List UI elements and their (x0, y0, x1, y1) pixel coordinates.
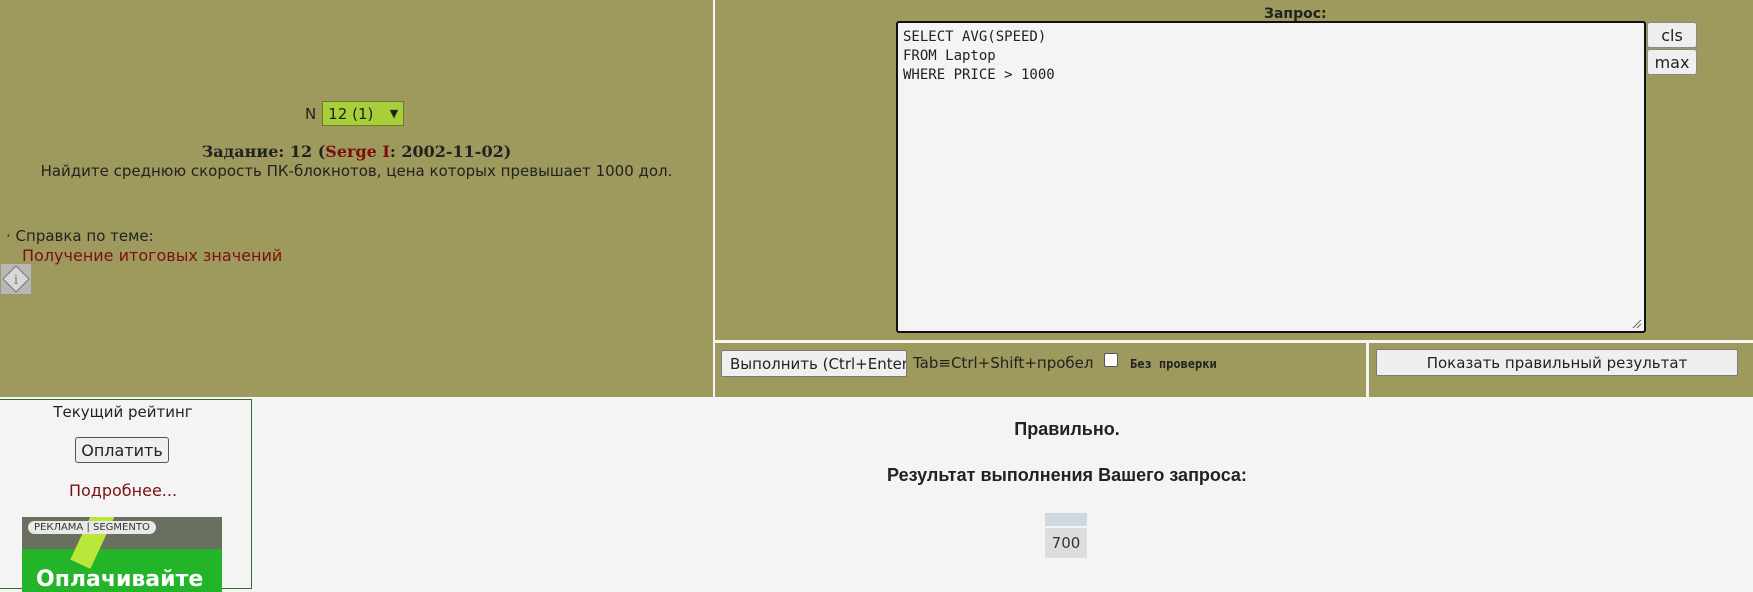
task-number-select[interactable]: 12 (1) ▼ (322, 101, 405, 126)
ad-badge: РЕКЛАМА | SEGMENTO (28, 521, 156, 534)
help-topic-link[interactable]: Получение итоговых значений (22, 246, 282, 265)
result-status: Правильно. (1014, 419, 1120, 439)
query-editor[interactable]: SELECT AVG(SPEED) FROM Laptop WHERE PRIC… (896, 21, 1646, 333)
result-cell: 700 (1045, 528, 1087, 558)
query-text: SELECT AVG(SPEED) FROM Laptop WHERE PRIC… (903, 29, 1055, 83)
task-panel: N 12 (1) ▼ Задание: 12 (Serge I: 2002-11… (0, 0, 713, 397)
no-check-checkbox[interactable] (1104, 353, 1118, 367)
result-table: 700 (1045, 513, 1087, 558)
task-author-link[interactable]: Serge I (325, 142, 390, 161)
task-number-value: 12 (1) (328, 104, 374, 123)
task-title-prefix: Задание: 12 ( (201, 142, 326, 161)
chevron-down-icon: ▼ (389, 107, 399, 120)
query-label: Запрос: (1264, 6, 1327, 22)
clear-button[interactable]: cls (1647, 22, 1697, 48)
task-description: Найдите среднюю скорость ПК-блокнотов, ц… (40, 162, 673, 180)
task-title: Задание: 12 (Serge I: 2002-11-02) (0, 142, 713, 161)
no-check-label: Без проверки (1130, 357, 1217, 371)
ad-text: Оплачивайте (36, 567, 204, 592)
tab-hint: Tab≡Ctrl+Shift+пробел (913, 354, 1094, 372)
result-column-header (1045, 513, 1087, 526)
svg-text:i: i (14, 273, 18, 288)
n-label: N (305, 104, 317, 123)
result-heading: Результат выполнения Вашего запроса: (887, 465, 1247, 485)
info-icon[interactable]: i (1, 264, 31, 294)
show-correct-result-button[interactable]: Показать правильный результат (1376, 349, 1738, 376)
resize-grip-icon[interactable] (1632, 319, 1642, 329)
ad-banner[interactable]: РЕКЛАМА | SEGMENTO Оплачивайте (22, 517, 222, 592)
run-query-button[interactable]: Выполнить (Ctrl+Enter) (721, 350, 907, 377)
task-selector-row: N 12 (1) ▼ (305, 101, 405, 126)
task-title-date: : 2002-11-02) (389, 142, 512, 161)
help-label: · Справка по теме: (6, 227, 154, 245)
maximize-button[interactable]: max (1647, 49, 1697, 75)
pay-button[interactable]: Оплатить (75, 437, 169, 463)
